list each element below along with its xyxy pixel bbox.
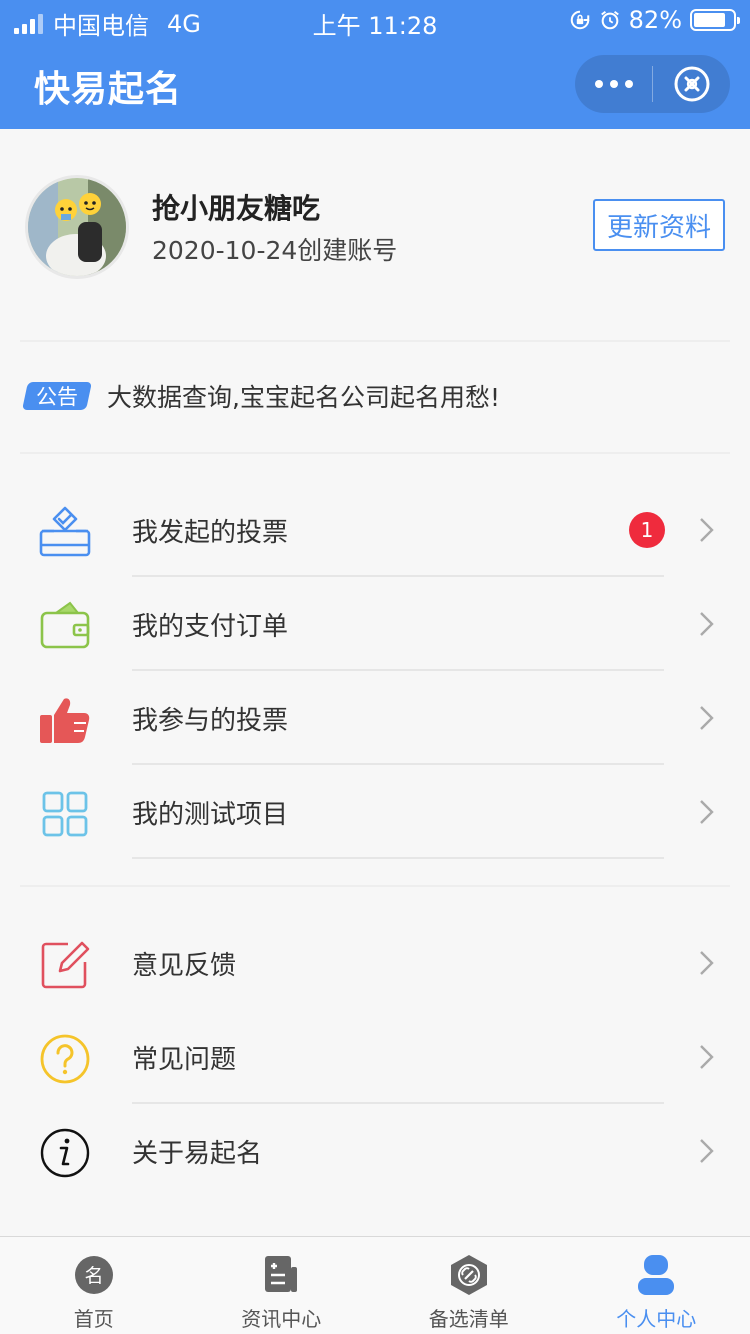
battery-icon bbox=[690, 9, 740, 31]
home-name-icon: 名 bbox=[74, 1256, 113, 1294]
menu-item-my-orders[interactable]: 我的支付订单 bbox=[0, 577, 750, 671]
close-button[interactable] bbox=[653, 65, 730, 103]
bottom-tab-bar: 名 首页 资讯中心 备选清单 个人中心 bbox=[0, 1236, 750, 1334]
menu-label: 我的支付订单 bbox=[132, 611, 289, 642]
tab-label: 首页 bbox=[73, 1307, 114, 1331]
user-icon bbox=[638, 1255, 675, 1295]
orientation-lock-icon bbox=[570, 10, 589, 30]
question-icon bbox=[40, 1034, 90, 1084]
tab-label: 资讯中心 bbox=[241, 1307, 322, 1331]
tab-home[interactable]: 名 首页 bbox=[0, 1237, 188, 1334]
section-divider bbox=[20, 452, 730, 454]
chevron-right-icon bbox=[700, 518, 714, 542]
avatar-image bbox=[28, 178, 126, 276]
info-icon bbox=[40, 1128, 90, 1178]
menu-label: 关于易起名 bbox=[132, 1138, 263, 1169]
username: 抢小朋友糖吃 bbox=[152, 192, 321, 225]
profile-section: 抢小朋友糖吃 2020-10-24创建账号 更新资料 bbox=[0, 129, 750, 339]
account-created-date: 2020-10-24创建账号 bbox=[152, 236, 398, 265]
link-hex-icon bbox=[450, 1255, 487, 1295]
notification-badge: 1 bbox=[629, 512, 665, 548]
vote-box-icon bbox=[39, 506, 91, 557]
notice-bar[interactable]: 公告 大数据查询,宝宝起名公司起名用愁! bbox=[0, 360, 750, 432]
menu-item-my-votes[interactable]: 我发起的投票 1 bbox=[0, 483, 750, 577]
grid-icon bbox=[42, 791, 88, 837]
menu-item-faq[interactable]: 常见问题 bbox=[0, 1010, 750, 1104]
section-divider bbox=[20, 340, 730, 342]
edit-icon bbox=[41, 941, 90, 989]
menu-label: 意见反馈 bbox=[132, 950, 237, 981]
chevron-right-icon bbox=[700, 1045, 714, 1069]
mini-program-capsule bbox=[575, 55, 730, 113]
page-title: 快易起名 bbox=[34, 69, 183, 110]
menu-group-activity: 我发起的投票 1 我的支付订单 我参与的投票 我的测试项目 bbox=[0, 483, 750, 859]
alarm-icon bbox=[600, 10, 619, 30]
tab-profile[interactable]: 个人中心 bbox=[563, 1237, 750, 1334]
menu-item-feedback[interactable]: 意见反馈 bbox=[0, 916, 750, 1010]
menu-item-test-projects[interactable]: 我的测试项目 bbox=[0, 765, 750, 859]
avatar[interactable] bbox=[25, 175, 129, 279]
menu-group-support: 意见反馈 常见问题 关于易起名 bbox=[0, 916, 750, 1198]
menu-label: 我的测试项目 bbox=[132, 799, 289, 830]
chevron-right-icon bbox=[700, 951, 714, 975]
chevron-right-icon bbox=[700, 706, 714, 730]
chevron-right-icon bbox=[700, 1139, 714, 1163]
ellipsis-icon[interactable] bbox=[575, 80, 652, 88]
chevron-right-icon bbox=[700, 800, 714, 824]
menu-label: 常见问题 bbox=[132, 1044, 237, 1075]
close-circle-icon bbox=[674, 66, 709, 102]
tab-news[interactable]: 资讯中心 bbox=[188, 1237, 376, 1334]
notice-tag: 公告 bbox=[22, 382, 92, 410]
menu-item-about[interactable]: 关于易起名 bbox=[0, 1104, 750, 1198]
wallet-icon bbox=[40, 601, 90, 649]
tab-shortlist[interactable]: 备选清单 bbox=[375, 1237, 563, 1334]
top-header: 中国电信 4G 上午 11:28 82% 快易起名 bbox=[0, 0, 750, 129]
row-divider bbox=[132, 857, 664, 859]
notice-text: 大数据查询,宝宝起名公司起名用愁! bbox=[107, 383, 500, 412]
tab-label: 个人中心 bbox=[616, 1307, 697, 1331]
menu-item-joined-votes[interactable]: 我参与的投票 bbox=[0, 671, 750, 765]
news-icon bbox=[265, 1256, 298, 1292]
status-bar: 中国电信 4G 上午 11:28 82% bbox=[0, 0, 750, 40]
battery-percent: 82% bbox=[628, 6, 682, 34]
svg-text:名: 名 bbox=[84, 1265, 103, 1287]
update-profile-button[interactable]: 更新资料 bbox=[593, 199, 725, 251]
thumbs-up-icon bbox=[40, 698, 90, 743]
menu-label: 我发起的投票 bbox=[132, 517, 289, 548]
section-divider bbox=[20, 885, 730, 887]
menu-label: 我参与的投票 bbox=[132, 705, 289, 736]
tab-label: 备选清单 bbox=[428, 1307, 509, 1331]
chevron-right-icon bbox=[700, 612, 714, 636]
